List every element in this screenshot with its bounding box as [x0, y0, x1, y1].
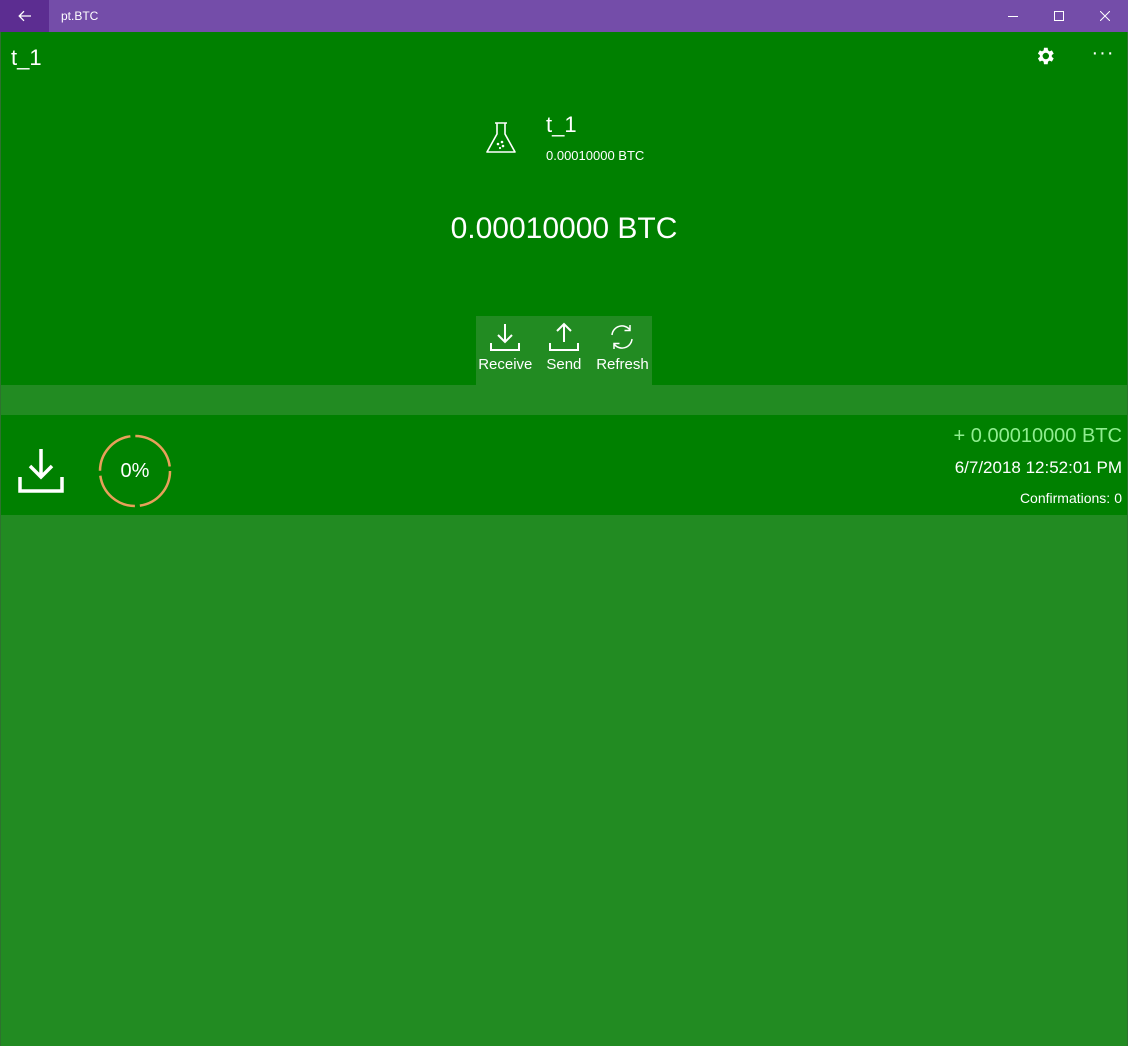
maximize-icon — [1054, 11, 1064, 21]
download-icon — [490, 324, 521, 351]
transaction-amount: + 0.00010000 BTC — [953, 425, 1122, 447]
maximize-button[interactable] — [1036, 0, 1082, 32]
refresh-label: Refresh — [596, 356, 649, 373]
receive-label: Receive — [478, 356, 533, 373]
more-options-button[interactable]: ··· — [1089, 43, 1117, 67]
confirmations-label: Confirmations: — [1019, 490, 1111, 506]
window-border-left — [0, 32, 1, 1046]
wallet-balance-large: 0.00010000 BTC — [450, 212, 678, 245]
send-label: Send — [546, 356, 582, 373]
section-divider — [1, 385, 1127, 415]
send-button[interactable]: Send — [535, 316, 594, 385]
close-button[interactable] — [1082, 0, 1128, 32]
flask-icon — [486, 122, 516, 153]
title-bar: pt.BTC — [0, 0, 1128, 32]
transaction-confirmations: Confirmations: 0 — [1016, 490, 1122, 506]
upload-icon — [548, 322, 579, 351]
close-icon — [1100, 11, 1110, 21]
arrow-left-icon — [17, 10, 31, 22]
wallet-header: t_1 ··· t_1 0.00010000 BTC 0.00010000 BT… — [1, 32, 1127, 385]
receive-button[interactable]: Receive — [476, 316, 535, 385]
transaction-row[interactable]: 0% + 0.00010000 BTC 6/7/2018 12:52:01 PM… — [1, 415, 1127, 515]
refresh-button[interactable]: Refresh — [593, 316, 652, 385]
gear-icon[interactable] — [1034, 45, 1056, 67]
window-title: pt.BTC — [61, 9, 99, 23]
confirmations-value: 0 — [1114, 490, 1122, 506]
wallet-balance-small: 0.00010000 BTC — [546, 148, 645, 163]
progress-text: 0% — [120, 459, 150, 482]
minimize-icon — [1008, 16, 1018, 17]
minimize-button[interactable] — [990, 0, 1036, 32]
refresh-icon — [611, 325, 634, 349]
wallet-name: t_1 — [546, 112, 577, 137]
back-button[interactable] — [0, 0, 49, 32]
transaction-date: 6/7/2018 12:52:01 PM — [954, 458, 1122, 477]
download-icon — [18, 449, 64, 493]
transaction-list-area — [1, 515, 1127, 1045]
action-bar: Receive Send Refresh — [476, 316, 652, 385]
page-title: t_1 — [11, 45, 42, 70]
